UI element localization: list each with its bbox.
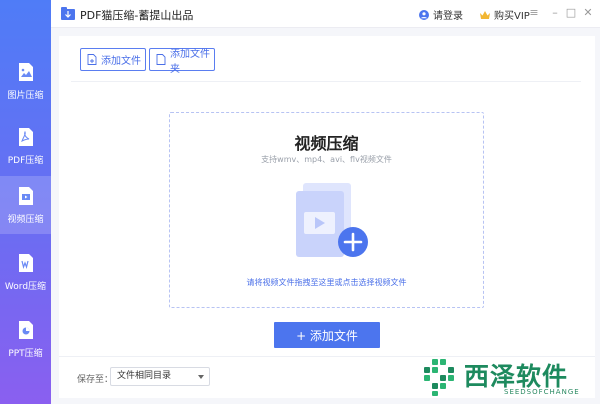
word-file-icon (18, 253, 34, 273)
save-to-label: 保存至： (77, 375, 114, 385)
image-file-icon (18, 62, 34, 82)
add-file-label: 添加文件 (101, 56, 141, 67)
minimize-icon[interactable]: – (548, 6, 562, 20)
login-label: 请登录 (433, 11, 463, 22)
chevron-down-icon (198, 375, 204, 379)
watermark-logo-icon (424, 359, 454, 396)
sidebar-item-pdf-compress[interactable]: PDF压缩 (0, 117, 51, 175)
vip-crown-icon (479, 10, 491, 20)
buy-vip-link[interactable]: 购买VIP (479, 7, 530, 22)
drop-zone-title: 视频压缩 (294, 134, 359, 153)
sidebar-item-label: PPT压缩 (8, 348, 43, 359)
folder-add-icon (156, 54, 166, 65)
close-icon[interactable]: ✕ (581, 6, 595, 20)
user-icon (419, 9, 429, 20)
add-folder-label: 添加文件夹 (170, 48, 210, 75)
add-folder-button[interactable]: 添加文件夹 (149, 48, 215, 75)
save-location-select[interactable]: 文件相同目录 (110, 367, 210, 386)
ppt-file-icon (18, 320, 34, 340)
sidebar-item-ppt-compress[interactable]: PPT压缩 (0, 310, 51, 368)
drop-zone-subtitle: 支持wmv、mp4、avi、flv视频文件 (261, 155, 392, 164)
drop-zone-hint: 请将视频文件拖拽至这里或点击选择视频文件 (246, 278, 407, 287)
maximize-icon[interactable]: □ (564, 6, 578, 20)
sidebar-item-label: 视频压缩 (7, 214, 44, 225)
sidebar-item-word-compress[interactable]: Word压缩 (0, 243, 51, 301)
sidebar-item-label: PDF压缩 (7, 155, 44, 166)
add-file-main-button[interactable]: + 添加文件 (274, 322, 380, 348)
app-logo-icon (61, 7, 75, 20)
pdf-file-icon (18, 127, 34, 147)
divider (71, 81, 581, 82)
sidebar-item-label: Word压缩 (4, 281, 47, 292)
file-add-icon (87, 54, 97, 65)
menu-icon[interactable]: ≡ (527, 6, 541, 20)
app-title: PDF猫压缩-蓄提山出品 (80, 9, 194, 22)
sidebar: 图片压缩 PDF压缩 视频压缩 Word压缩 PPT压缩 (0, 0, 51, 404)
watermark-subtext: SEEDSOFCHANGE (504, 388, 580, 396)
video-file-icon (18, 186, 34, 206)
login-link[interactable]: 请登录 (419, 7, 463, 22)
watermark: 西泽软件 SEEDSOFCHANGE (418, 355, 598, 401)
video-drop-zone[interactable]: 视频压缩 支持wmv、mp4、avi、flv视频文件 请将视频文件拖拽至这里或点… (169, 112, 484, 308)
sidebar-item-label: 图片压缩 (7, 90, 44, 101)
title-bar: PDF猫压缩-蓄提山出品 请登录 购买VIP ≡ – □ ✕ (51, 0, 600, 28)
video-file-add-icon (291, 179, 371, 265)
main-panel: 添加文件 添加文件夹 视频压缩 支持wmv、mp4、avi、flv视频文件 请将… (59, 36, 595, 398)
sidebar-item-video-compress[interactable]: 视频压缩 (0, 176, 51, 234)
sidebar-item-image-compress[interactable]: 图片压缩 (0, 52, 51, 110)
save-location-value: 文件相同目录 (117, 371, 172, 381)
vip-label: 购买VIP (494, 11, 530, 22)
add-file-button[interactable]: 添加文件 (80, 48, 146, 71)
